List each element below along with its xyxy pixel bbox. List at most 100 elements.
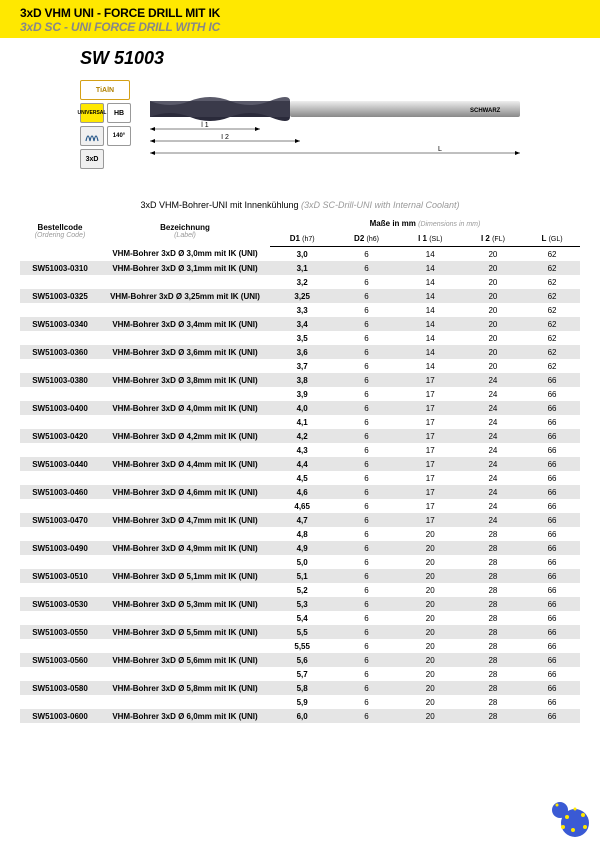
length-ratio-icon: 3xD (80, 149, 104, 169)
cell-label (100, 611, 270, 625)
cell-d2: 6 (334, 695, 398, 709)
cell-L: 66 (524, 583, 580, 597)
table-row: SW51003-0600VHM-Bohrer 3xD Ø 6,0mm mit I… (20, 709, 580, 723)
cell-l1: 20 (399, 695, 462, 709)
cell-d1: 5,7 (270, 667, 334, 681)
cell-d1: 4,65 (270, 499, 334, 513)
table-row: SW51003-0360VHM-Bohrer 3xD Ø 3,6mm mit I… (20, 345, 580, 359)
cell-L: 66 (524, 625, 580, 639)
cell-d1: 5,2 (270, 583, 334, 597)
cell-d2: 6 (334, 611, 398, 625)
cell-l1: 14 (399, 359, 462, 373)
cell-code: SW51003-0440 (20, 457, 100, 471)
cell-d1: 4,5 (270, 471, 334, 485)
cell-d2: 6 (334, 457, 398, 471)
cell-L: 62 (524, 275, 580, 289)
cell-code (20, 303, 100, 317)
cell-label (100, 695, 270, 709)
cell-l2: 28 (462, 527, 524, 541)
cell-l1: 14 (399, 275, 462, 289)
table-row: SW51003-0470VHM-Bohrer 3xD Ø 4,7mm mit I… (20, 513, 580, 527)
cell-l2: 28 (462, 625, 524, 639)
cell-label (100, 415, 270, 429)
cell-l1: 20 (399, 597, 462, 611)
cell-d2: 6 (334, 555, 398, 569)
table-row: SW51003-0380VHM-Bohrer 3xD Ø 3,8mm mit I… (20, 373, 580, 387)
cell-code: SW51003-0400 (20, 401, 100, 415)
cell-d1: 5,5 (270, 625, 334, 639)
cell-l1: 20 (399, 639, 462, 653)
cell-d2: 6 (334, 569, 398, 583)
cell-L: 66 (524, 639, 580, 653)
cell-code (20, 331, 100, 345)
cell-label (100, 387, 270, 401)
cell-d2: 6 (334, 289, 398, 303)
cell-code (20, 527, 100, 541)
cell-L: 62 (524, 317, 580, 331)
cell-l1: 20 (399, 681, 462, 695)
cell-l2: 20 (462, 275, 524, 289)
cell-L: 66 (524, 527, 580, 541)
hb-icon: HB (107, 103, 131, 123)
cell-L: 62 (524, 331, 580, 345)
decorative-gear-icon (545, 795, 600, 845)
cell-l2: 20 (462, 303, 524, 317)
cell-L: 66 (524, 499, 580, 513)
cell-d2: 6 (334, 247, 398, 262)
table-row: SW51003-0400VHM-Bohrer 3xD Ø 4,0mm mit I… (20, 401, 580, 415)
cell-l1: 14 (399, 247, 462, 262)
cell-L: 62 (524, 261, 580, 275)
cell-l1: 17 (399, 373, 462, 387)
cell-l2: 24 (462, 415, 524, 429)
cell-label: VHM-Bohrer 3xD Ø 6,0mm mit IK (UNI) (100, 709, 270, 723)
table-row: 3,76142062 (20, 359, 580, 373)
cell-l2: 28 (462, 695, 524, 709)
cell-l1: 14 (399, 261, 462, 275)
cell-l1: 14 (399, 345, 462, 359)
cell-L: 66 (524, 485, 580, 499)
cell-label: VHM-Bohrer 3xD Ø 4,2mm mit IK (UNI) (100, 429, 270, 443)
cell-code: SW51003-0310 (20, 261, 100, 275)
cell-l2: 20 (462, 247, 524, 262)
cell-l2: 24 (462, 443, 524, 457)
cell-d1: 3,7 (270, 359, 334, 373)
cell-l2: 28 (462, 709, 524, 723)
cell-d1: 3,0 (270, 247, 334, 262)
caption: 3xD VHM-Bohrer-UNI mit Innenkühlung (3xD… (0, 200, 600, 210)
th-d2: D2 (h6) (334, 231, 398, 247)
table-row: SW51003-0420VHM-Bohrer 3xD Ø 4,2mm mit I… (20, 429, 580, 443)
cell-L: 66 (524, 373, 580, 387)
coating-icon: TiAlN (80, 80, 130, 100)
drill-diagram: SCHWARZ ØD1 l 1 I 2 L (150, 83, 530, 163)
model-number: SW 51003 (80, 48, 530, 69)
cell-label: VHM-Bohrer 3xD Ø 5,3mm mit IK (UNI) (100, 597, 270, 611)
cell-l2: 28 (462, 667, 524, 681)
cell-d1: 4,4 (270, 457, 334, 471)
table-row: 3,36142062 (20, 303, 580, 317)
cell-d2: 6 (334, 513, 398, 527)
cell-d1: 3,25 (270, 289, 334, 303)
cell-l2: 20 (462, 345, 524, 359)
cell-label (100, 555, 270, 569)
cell-d2: 6 (334, 415, 398, 429)
cell-label (100, 527, 270, 541)
cell-d1: 4,6 (270, 485, 334, 499)
table-row: 3,96172466 (20, 387, 580, 401)
cell-l2: 20 (462, 261, 524, 275)
cell-l1: 17 (399, 471, 462, 485)
cell-d1: 4,3 (270, 443, 334, 457)
cell-l1: 17 (399, 429, 462, 443)
cell-l2: 28 (462, 611, 524, 625)
cell-d1: 4,7 (270, 513, 334, 527)
cell-l1: 20 (399, 611, 462, 625)
cell-code (20, 695, 100, 709)
cell-code: SW51003-0530 (20, 597, 100, 611)
cell-code: SW51003-0460 (20, 485, 100, 499)
cell-L: 66 (524, 597, 580, 611)
table-row: 4,656172466 (20, 499, 580, 513)
cell-L: 66 (524, 443, 580, 457)
cell-l1: 17 (399, 387, 462, 401)
point-angle-icon: 140° (107, 126, 131, 146)
cell-d2: 6 (334, 345, 398, 359)
cell-label: VHM-Bohrer 3xD Ø 4,9mm mit IK (UNI) (100, 541, 270, 555)
